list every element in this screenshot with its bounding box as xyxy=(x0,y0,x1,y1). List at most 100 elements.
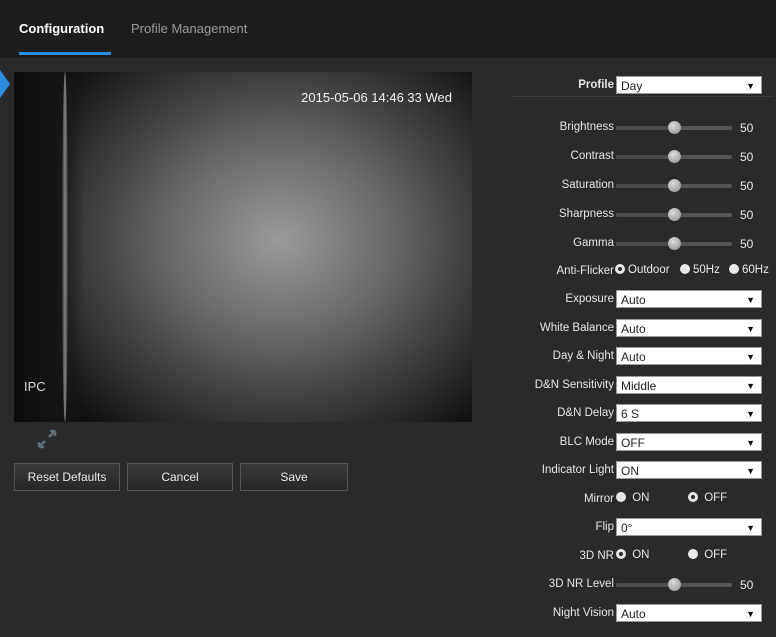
radio-icon xyxy=(729,264,739,274)
exposure-label: Exposure xyxy=(565,293,614,305)
video-preview[interactable]: 2015-05-06 14:46 33 Wed IPC xyxy=(14,72,472,422)
radio-icon xyxy=(680,264,690,274)
contrast-slider[interactable] xyxy=(616,150,732,163)
indicator-light-select[interactable]: ON ▼ xyxy=(616,461,762,479)
contrast-row: Contrast 50 xyxy=(500,147,776,167)
3d-nr-level-value: 50 xyxy=(740,578,754,592)
main-panel: 2015-05-06 14:46 33 Wed IPC Reset Defaul… xyxy=(0,58,776,637)
option-label: 60Hz xyxy=(742,264,769,276)
day-night-select[interactable]: Auto ▼ xyxy=(616,347,762,365)
chevron-down-icon: ▼ xyxy=(746,324,755,334)
3d-nr-level-slider[interactable] xyxy=(616,578,732,591)
slider-handle[interactable] xyxy=(668,179,681,192)
night-vision-label: Night Vision xyxy=(552,607,614,619)
saturation-row: Saturation 50 xyxy=(500,176,776,196)
profile-value: Day xyxy=(621,79,643,93)
3d-nr-on[interactable]: ON xyxy=(616,549,649,561)
chevron-down-icon: ▼ xyxy=(746,381,755,391)
sharpness-label: Sharpness xyxy=(559,208,614,220)
active-tab-indicator xyxy=(19,52,111,55)
indicator-light-row: Indicator Light ON ▼ xyxy=(500,461,776,481)
night-vision-value: Auto xyxy=(621,607,646,621)
dn-sensitivity-select[interactable]: Middle ▼ xyxy=(616,376,762,394)
saturation-slider[interactable] xyxy=(616,179,732,192)
saturation-value: 50 xyxy=(740,179,754,193)
exposure-row: Exposure Auto ▼ xyxy=(500,290,776,310)
mirror-row: Mirror ON OFF xyxy=(500,490,776,510)
flip-select[interactable]: 0° ▼ xyxy=(616,518,762,536)
flip-label: Flip xyxy=(595,521,614,533)
night-vision-row: Night Vision Auto ▼ xyxy=(500,604,776,624)
reset-defaults-button[interactable]: Reset Defaults xyxy=(14,463,120,491)
white-balance-row: White Balance Auto ▼ xyxy=(500,319,776,339)
blc-mode-value: OFF xyxy=(621,436,645,450)
brightness-label: Brightness xyxy=(559,121,614,133)
gamma-slider[interactable] xyxy=(616,237,732,250)
saturation-label: Saturation xyxy=(561,179,614,191)
radio-icon xyxy=(688,549,698,559)
slider-handle[interactable] xyxy=(668,578,681,591)
divider xyxy=(512,96,774,97)
brightness-value: 50 xyxy=(740,121,754,135)
mirror-label: Mirror xyxy=(583,493,614,505)
gamma-value: 50 xyxy=(740,237,754,251)
video-shadow xyxy=(14,72,84,422)
option-label: 50Hz xyxy=(693,264,720,276)
mirror-off[interactable]: OFF xyxy=(688,492,727,504)
flip-value: 0° xyxy=(621,521,633,535)
video-edge xyxy=(62,72,68,422)
tab-configuration[interactable]: Configuration xyxy=(19,21,104,36)
expand-icon[interactable] xyxy=(36,428,58,450)
3d-nr-off[interactable]: OFF xyxy=(688,549,727,561)
osd-channel-name: IPC xyxy=(24,379,46,394)
sharpness-value: 50 xyxy=(740,208,754,222)
brightness-slider[interactable] xyxy=(616,121,732,134)
day-night-label: Day & Night xyxy=(552,350,614,362)
anti-flicker-outdoor[interactable]: Outdoor xyxy=(615,264,670,276)
option-label: Outdoor xyxy=(628,264,670,276)
exposure-select[interactable]: Auto ▼ xyxy=(616,290,762,308)
chevron-down-icon: ▼ xyxy=(746,466,755,476)
slider-handle[interactable] xyxy=(668,150,681,163)
sharpness-row: Sharpness 50 xyxy=(500,205,776,225)
gamma-row: Gamma 50 xyxy=(500,234,776,254)
profile-label: Profile xyxy=(578,79,614,91)
night-vision-select[interactable]: Auto ▼ xyxy=(616,604,762,622)
side-arrow-icon xyxy=(0,70,10,98)
slider-handle[interactable] xyxy=(668,208,681,221)
3d-nr-level-row: 3D NR Level 50 xyxy=(500,575,776,595)
anti-flicker-50hz[interactable]: 50Hz xyxy=(680,264,720,276)
contrast-value: 50 xyxy=(740,150,754,164)
sharpness-slider[interactable] xyxy=(616,208,732,221)
dn-sensitivity-row: D&N Sensitivity Middle ▼ xyxy=(500,376,776,396)
dn-delay-row: D&N Delay 6 S ▼ xyxy=(500,404,776,424)
chevron-down-icon: ▼ xyxy=(746,438,755,448)
cancel-button[interactable]: Cancel xyxy=(127,463,233,491)
chevron-down-icon: ▼ xyxy=(746,409,755,419)
3d-nr-label: 3D NR xyxy=(579,550,614,562)
slider-handle[interactable] xyxy=(668,121,681,134)
indicator-light-label: Indicator Light xyxy=(541,464,614,476)
mirror-on[interactable]: ON xyxy=(616,492,649,504)
blc-mode-row: BLC Mode OFF ▼ xyxy=(500,433,776,453)
radio-icon xyxy=(616,492,626,502)
blc-mode-select[interactable]: OFF ▼ xyxy=(616,433,762,451)
profile-row: Profile Day ▼ xyxy=(500,76,776,96)
dn-delay-select[interactable]: 6 S ▼ xyxy=(616,404,762,422)
anti-flicker-60hz[interactable]: 60Hz xyxy=(729,264,769,276)
anti-flicker-label: Anti-Flicker xyxy=(556,265,614,277)
osd-timestamp: 2015-05-06 14:46 33 Wed xyxy=(301,90,452,105)
profile-select[interactable]: Day ▼ xyxy=(616,76,762,94)
gamma-label: Gamma xyxy=(573,237,614,249)
option-label: OFF xyxy=(704,549,728,561)
exposure-value: Auto xyxy=(621,293,646,307)
white-balance-label: White Balance xyxy=(539,322,614,334)
tab-profile-management[interactable]: Profile Management xyxy=(131,21,247,36)
day-night-value: Auto xyxy=(621,350,646,364)
white-balance-select[interactable]: Auto ▼ xyxy=(616,319,762,337)
dn-delay-value: 6 S xyxy=(621,407,640,421)
option-label: ON xyxy=(632,549,650,561)
dn-delay-label: D&N Delay xyxy=(557,407,614,419)
save-button[interactable]: Save xyxy=(240,463,348,491)
slider-handle[interactable] xyxy=(668,237,681,250)
